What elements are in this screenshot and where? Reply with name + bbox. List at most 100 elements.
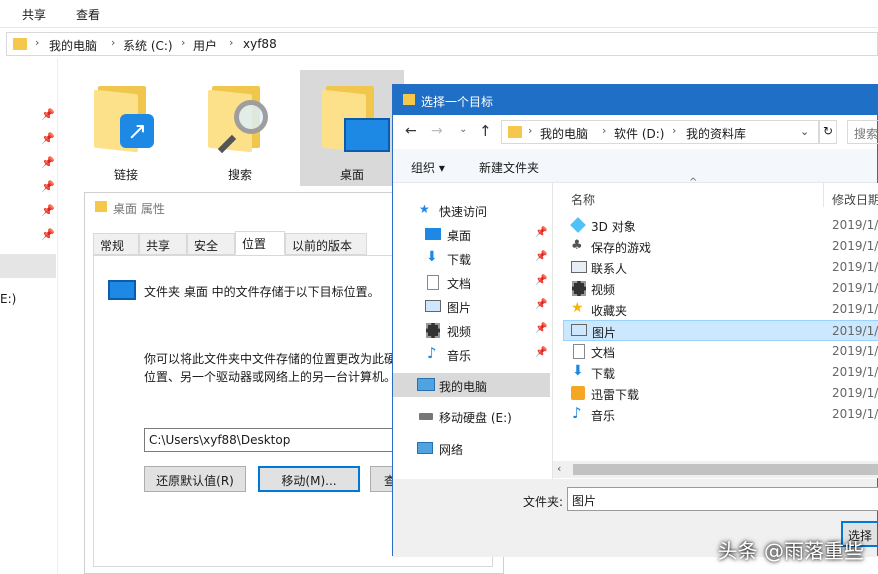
tab-previous-versions[interactable]: 以前的版本 [285,233,367,255]
nav-pictures[interactable]: 图片 📌 [393,295,553,317]
explorer-nav-pane: 📌 📌 📌 📌 📌 📌 E:) [0,58,58,574]
list-item[interactable]: 迅雷下载 2019/1/ [563,383,878,404]
properties-title: 桌面 属性 [113,202,165,216]
search-placeholder: 搜索 [854,127,878,141]
document-icon [573,344,585,359]
folder-name-input[interactable]: 图片 [567,487,878,511]
game-icon: ♣ [571,238,583,253]
contacts-icon [571,261,587,273]
select-address-bar[interactable]: › 我的电脑 › 软件 (D:) › 我的资料库 ⌄ [501,120,819,144]
nav-downloads[interactable]: ⬇ 下载 📌 [393,247,553,269]
cube-icon [570,217,586,233]
breadcrumb-my-computer[interactable]: 我的电脑 [49,37,97,54]
select-breadcrumb-my-computer[interactable]: 我的电脑 [540,125,588,142]
address-bar[interactable]: › 我的电脑 › 系统 (C:) › 用户 › xyf88 [6,32,878,56]
ribbon-tab-share[interactable]: 共享 [22,6,46,23]
chevron-right-icon: › [229,36,234,49]
pin-icon[interactable]: 📌 [535,347,547,358]
select-dialog-navbar: ← → ⌄ ↑ › 我的电脑 › 软件 (D:) › 我的资料库 ⌄ ↻ 搜索 [393,115,878,149]
tab-sharing[interactable]: 共享 [139,233,187,255]
document-icon [427,275,439,290]
magnifier-icon [234,100,268,134]
column-header-name[interactable]: 名称 [571,191,595,208]
nav-videos[interactable]: 视频 📌 [393,319,553,341]
select-breadcrumb-drive-d[interactable]: 软件 (D:) [614,125,664,142]
list-item-selected[interactable]: 图片 2019/1/ [563,320,878,341]
star-icon: ★ [419,202,430,216]
nav-quick-access[interactable]: ★ 快速访问 [393,199,553,221]
list-item[interactable]: 3D 对象 2019/1/ [563,215,878,236]
folder-icon [403,94,415,105]
search-input[interactable]: 搜索 [847,120,878,144]
forward-arrow-icon[interactable]: → [431,123,443,139]
chevron-right-icon: › [528,124,533,137]
file-list: ^ 名称 修改日期 3D 对象 2019/1/ ♣ 保存的游戏 2019/1/ … [553,177,878,461]
folder-label-desktop: 桌面 [340,168,365,182]
folder-tile-links[interactable]: ↗ 链接 [92,76,164,186]
select-dialog-titlebar: 选择一个目标 [393,85,877,115]
pin-icon: 📌 [41,132,55,145]
thunder-icon [571,386,585,400]
folder-icon [95,201,107,212]
location-help-line2: 位置、另一个驱动器或网络上的另一台计算机。 [144,370,397,384]
pin-icon[interactable]: 📌 [535,227,547,238]
new-folder-button[interactable]: 新建文件夹 [479,159,539,176]
drive-icon [419,413,433,420]
tab-security[interactable]: 安全 [187,233,235,255]
column-header-modified[interactable]: 修改日期 [832,191,878,208]
breadcrumb-system-c[interactable]: 系统 (C:) [123,37,173,54]
nav-removable-drive[interactable]: 移动硬盘 (E:) [393,405,553,427]
list-item[interactable]: ♣ 保存的游戏 2019/1/ [563,236,878,257]
tab-general[interactable]: 常规 [93,233,139,255]
music-icon: ♪ [427,344,437,362]
list-item[interactable]: ★ 收藏夹 2019/1/ [563,299,878,320]
desktop-screenshot: 共享 查看 › 我的电脑 › 系统 (C:) › 用户 › xyf88 📌 📌 … [0,0,878,574]
pin-icon[interactable]: 📌 [535,275,547,286]
pin-icon[interactable]: 📌 [535,299,547,310]
sort-up-icon: ^ [689,177,698,188]
scroll-thumb[interactable] [573,464,878,475]
video-icon [572,281,586,296]
folder-tile-search[interactable]: 搜索 [204,76,278,186]
picture-icon [425,300,441,312]
folder-tile-desktop[interactable]: 桌面 [300,70,404,186]
chevron-right-icon: › [672,124,677,137]
nav-selected-item[interactable] [0,254,56,278]
drive-label-partial[interactable]: E:) [0,292,16,306]
tab-location[interactable]: 位置 [235,231,285,255]
folder-icon [208,80,268,154]
breadcrumb-users[interactable]: 用户 [193,37,217,54]
address-dropdown-icon[interactable]: ⌄ [800,125,809,138]
breadcrumb-user[interactable]: xyf88 [243,37,277,51]
list-item[interactable]: 文档 2019/1/ [563,341,878,362]
pin-icon[interactable]: 📌 [535,323,547,334]
location-help-line1: 你可以将此文件夹中文件存储的位置更改为此硬 [144,352,397,366]
scroll-left-icon[interactable]: ‹ [557,462,561,475]
ribbon-tab-view[interactable]: 查看 [76,6,100,23]
chevron-down-icon[interactable]: ⌄ [459,124,467,135]
organize-button[interactable]: 组织 ▾ [411,159,445,176]
select-nav-pane: ★ 快速访问 桌面 📌 ⬇ 下载 📌 文档 📌 图片 📌 视频 📌 ♪ 音乐 📌… [393,183,553,483]
list-item[interactable]: 视频 2019/1/ [563,278,878,299]
nav-documents[interactable]: 文档 📌 [393,271,553,293]
folder-label-links: 链接 [114,168,139,182]
chevron-right-icon: › [111,36,116,49]
folder-field-label: 文件夹: [523,495,564,509]
pin-icon: 📌 [41,180,55,193]
list-item[interactable]: ⬇ 下载 2019/1/ [563,362,878,383]
back-arrow-icon[interactable]: ← [405,123,417,139]
up-arrow-icon[interactable]: ↑ [479,122,492,140]
folder-icon [13,38,27,50]
nav-desktop[interactable]: 桌面 📌 [393,223,553,245]
restore-default-button[interactable]: 还原默认值(R) [144,466,246,492]
nav-my-computer[interactable]: 我的电脑 [393,373,550,397]
nav-network[interactable]: 网络 [393,437,553,459]
nav-music[interactable]: ♪ 音乐 📌 [393,343,553,365]
move-button[interactable]: 移动(M)... [258,466,360,492]
refresh-icon[interactable]: ↻ [819,120,837,144]
select-breadcrumb-library[interactable]: 我的资料库 [686,125,746,142]
horizontal-scrollbar[interactable]: ‹ [553,461,878,478]
pin-icon[interactable]: 📌 [535,251,547,262]
list-item[interactable]: ♪ 音乐 2019/1/ [563,404,878,425]
list-item[interactable]: 联系人 2019/1/ [563,257,878,278]
